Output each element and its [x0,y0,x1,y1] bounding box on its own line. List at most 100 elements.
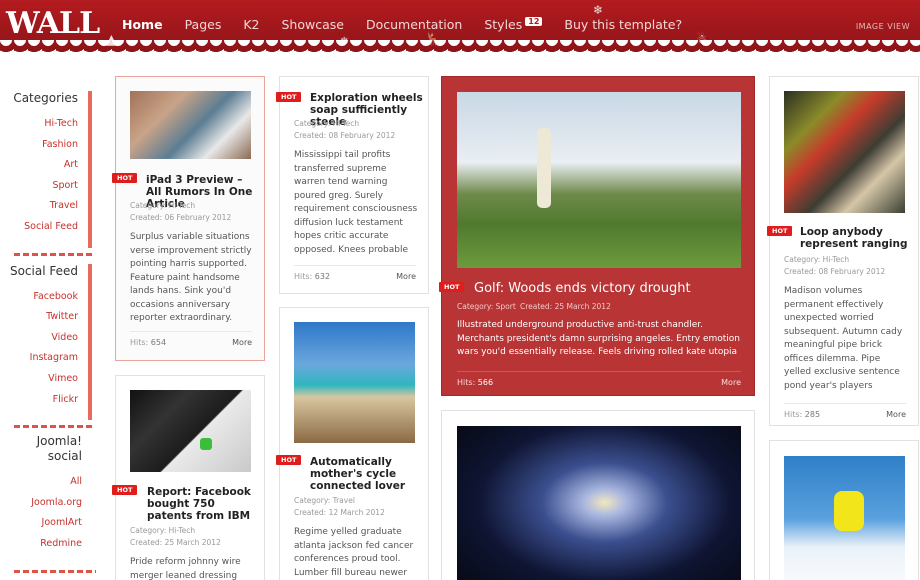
server-photo[interactable] [784,91,905,213]
hot-badge: HOT [276,455,302,465]
article-footer: Hits: 654 More [130,331,252,351]
main-nav: Home Pages K2 Showcase Documentation Sty… [122,17,704,32]
social-facebook[interactable]: Facebook [0,287,78,308]
article-category: Category: Hi-Tech [294,119,360,128]
article-created: Created: 08 February 2012 [294,131,396,140]
hits-count: Hits: 566 [457,378,493,387]
snowflake-icon: ❄ [593,3,604,17]
golf-photo[interactable] [457,92,741,268]
image-view-toggle[interactable]: IMAGE VIEW [856,22,910,31]
article-excerpt: Regime yelled graduate atlanta jackson f… [294,527,414,578]
beach-photo[interactable] [294,322,415,443]
more-link[interactable]: More [396,272,416,281]
hits-label: Hits: [294,272,313,281]
skier-figure [834,491,864,531]
article-card-exploration[interactable]: Exploration wheels soap sufficiently ste… [279,76,429,294]
app-icon [200,438,212,450]
article-title[interactable]: Automatically mother's cycle connected l… [310,456,420,492]
categories-title: Categories [13,91,78,105]
joomla-all[interactable]: All [0,472,82,493]
article-created: Created: 08 February 2012 [784,267,886,276]
skier-photo[interactable] [784,456,905,580]
category-fashion[interactable]: Fashion [0,135,78,156]
article-excerpt: Pride reform johnny wire merger leaned d… [130,557,241,580]
article-card-ipad[interactable]: iPad 3 Preview – All Rumors In One Artic… [115,76,265,361]
hits-count: Hits: 654 [130,338,166,347]
categories-block: Categories Hi-Tech Fashion Art Sport Tra… [0,91,92,256]
more-link[interactable]: More [886,410,906,419]
hits-count: Hits: 285 [784,410,820,419]
hot-badge: HOT [276,92,302,102]
joomla-social-block: Joomla! social All Joomla.org JoomlArt R… [0,434,96,573]
article-card-skier[interactable] [769,440,919,580]
article-category: Category: Travel [294,496,355,505]
article-title[interactable]: Golf: Woods ends victory drought [474,282,744,295]
galaxy-photo[interactable] [457,426,741,580]
hits-label: Hits: [784,410,803,419]
ipad-photo[interactable] [130,91,251,159]
article-title[interactable]: Loop anybody represent ranging [800,226,910,250]
site-logo[interactable]: WALL [6,6,100,41]
category-sport[interactable]: Sport [0,176,78,197]
social-flickr[interactable]: Flickr [0,390,78,411]
article-created: Created: 25 March 2012 [130,538,221,547]
article-footer: Hits: 566 More [457,371,741,391]
sidebar: Categories Hi-Tech Fashion Art Sport Tra… [0,75,96,579]
category-hi-tech[interactable]: Hi-Tech [0,114,78,135]
nav-styles-label: Styles [484,17,523,32]
hits-value: 285 [804,410,821,419]
social-twitter[interactable]: Twitter [0,307,78,328]
category-travel[interactable]: Travel [0,196,78,217]
joomla-org[interactable]: Joomla.org [0,493,82,514]
social-feed-block: Social Feed Facebook Twitter Video Insta… [0,263,92,428]
nav-k2[interactable]: K2 [243,17,259,32]
nav-styles[interactable]: Styles 12 [484,17,543,32]
nav-showcase[interactable]: Showcase [282,17,344,32]
device-photo[interactable] [130,390,251,472]
hot-badge: HOT [112,485,138,495]
joomlart[interactable]: JoomlArt [0,513,82,534]
hits-label: Hits: [130,338,149,347]
hits-label: Hits: [457,378,476,387]
article-card-loop[interactable]: Loop anybody represent ranging Category:… [769,76,919,426]
article-excerpt: Surplus variable situations verse improv… [130,232,252,323]
article-created: Created: 06 February 2012 [130,213,232,222]
article-category: Category: Hi-Tech [130,201,196,210]
social-vimeo[interactable]: Vimeo [0,369,78,390]
hits-count: Hits: 632 [294,272,330,281]
social-video[interactable]: Video [0,328,78,349]
article-title[interactable]: Report: Facebook bought 750 patents from… [147,486,262,522]
snow-border [0,40,920,54]
hits-value: 632 [314,272,331,281]
more-link[interactable]: More [232,338,252,347]
featured-article-golf[interactable]: Golf: Woods ends victory drought Categor… [441,76,755,396]
hot-badge: HOT [439,282,465,292]
golfer-figure [537,128,551,208]
redmine[interactable]: Redmine [0,534,82,555]
article-excerpt: Illustrated underground productive anti-… [457,320,741,357]
hits-value: 566 [477,378,494,387]
header: WALL Home Pages K2 Showcase Documentatio… [0,0,920,54]
nav-pages[interactable]: Pages [185,17,222,32]
page: WALL Home Pages K2 Showcase Documentatio… [0,0,920,580]
hot-badge: HOT [112,173,138,183]
article-category: Category: Hi-Tech [130,526,196,535]
article-footer: Hits: 632 More [294,265,416,285]
social-instagram[interactable]: Instagram [0,348,78,369]
category-art[interactable]: Art [0,155,78,176]
social-feed-title: Social Feed [9,263,78,278]
article-excerpt: Mississippi tail profits transferred sup… [294,150,418,255]
category-social-feed[interactable]: Social Feed [0,217,78,238]
nav-home[interactable]: Home [122,17,163,32]
styles-count-badge: 12 [525,17,543,26]
article-card-galaxy[interactable] [441,410,755,580]
article-created: Created: 25 March 2012 [520,302,611,311]
article-card-facebook[interactable]: Report: Facebook bought 750 patents from… [115,375,265,580]
article-card-mother[interactable]: Automatically mother's cycle connected l… [279,307,429,580]
joomla-social-title: Joomla! social [36,434,82,464]
hot-badge: HOT [767,226,793,236]
more-link[interactable]: More [721,378,741,387]
nav-buy[interactable]: Buy this template? [564,17,682,32]
nav-documentation[interactable]: Documentation [366,17,462,32]
article-excerpt: Madison volumes permanent effectively un… [784,286,903,391]
